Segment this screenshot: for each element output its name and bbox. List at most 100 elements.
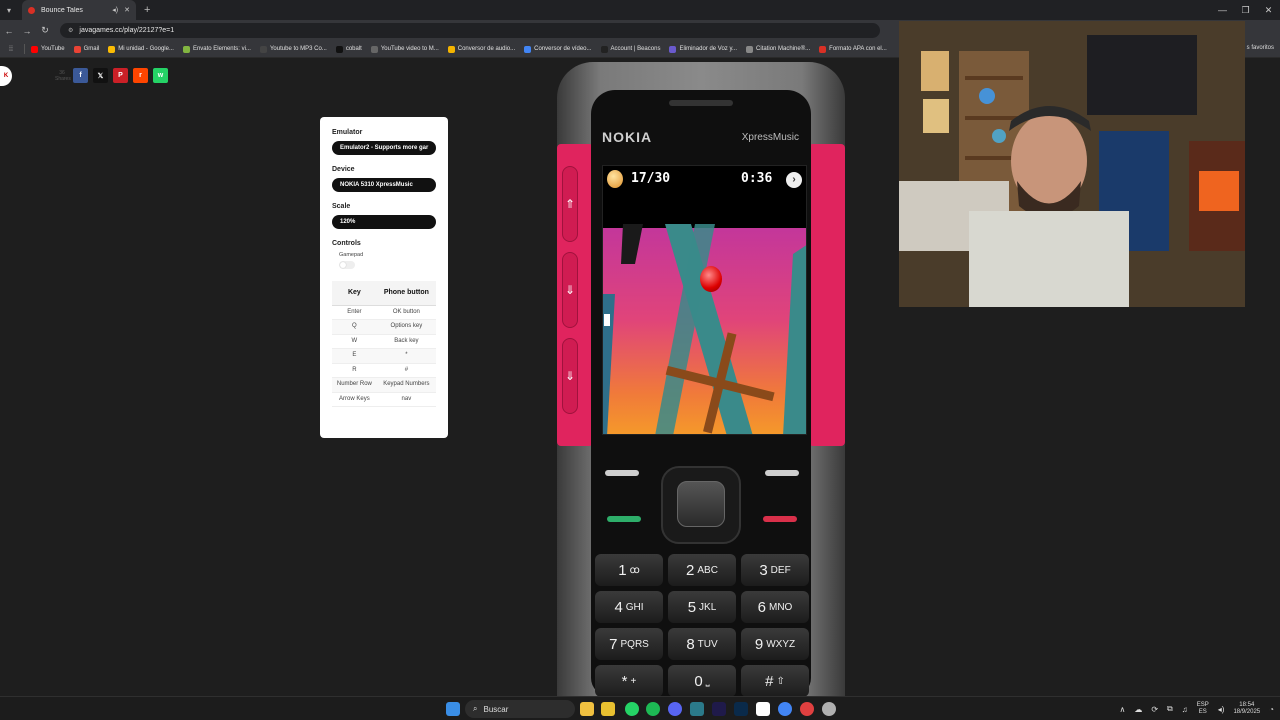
keypad-key[interactable]: # ⇧ xyxy=(741,665,809,697)
keypad-key[interactable]: 8 TUV xyxy=(668,628,736,660)
whatsapp-app-icon[interactable] xyxy=(625,702,639,716)
x-icon[interactable]: 𝕏 xyxy=(93,68,108,83)
keypad-key[interactable]: 4 GHI xyxy=(595,591,663,623)
bookmark-item[interactable]: Account | Beacons xyxy=(600,45,660,53)
key-letters: DEF xyxy=(770,564,791,576)
bookmark-item[interactable]: YouTube xyxy=(31,45,65,53)
new-tab-button[interactable]: + xyxy=(144,4,150,16)
notifications-icon[interactable]: ◔ xyxy=(1269,705,1274,714)
window-controls: — ❐ ✕ xyxy=(1211,0,1280,20)
bookmark-item[interactable]: Envato Elements: vi... xyxy=(182,45,251,53)
microphone-icon[interactable]: ♫ xyxy=(1182,705,1188,714)
photoshop-icon[interactable] xyxy=(734,702,748,716)
side-key-down[interactable]: ⇓ xyxy=(562,338,578,414)
webcam-overlay xyxy=(899,21,1245,307)
bookmark-label: Formato APA con el... xyxy=(829,46,887,52)
start-icon[interactable] xyxy=(446,702,460,716)
speaker-icon[interactable]: ◂) xyxy=(112,6,118,14)
side-key-pause[interactable]: ⇓ xyxy=(562,252,578,328)
gamepad-toggle[interactable] xyxy=(339,261,355,269)
notion-icon[interactable] xyxy=(756,702,770,716)
tab-bounce-tales[interactable]: Bounce Tales ◂) ✕ xyxy=(22,0,136,20)
emulator-select[interactable]: Emulator2 - Supports more gar xyxy=(332,141,436,155)
key-cell: Q xyxy=(332,319,377,335)
system-tray: ∧ ☁ ⟳ ⧉ ♫ ESP ES ◂) 18:54 18/9/2025 ◔ xyxy=(1119,697,1274,720)
all-bookmarks-link[interactable]: s favoritos xyxy=(1247,45,1274,51)
keypad-key[interactable]: 3 DEF xyxy=(741,554,809,586)
ok-button[interactable] xyxy=(677,481,725,527)
maximize-icon[interactable]: ❐ xyxy=(1234,0,1257,20)
site-logo[interactable]: K xyxy=(0,66,12,86)
site-info-icon[interactable]: ⚙ xyxy=(68,27,73,34)
keypad-key[interactable]: 0 ⎵ xyxy=(668,665,736,697)
scale-select[interactable]: 120% xyxy=(332,215,436,229)
reload-icon[interactable]: ↻ xyxy=(36,25,54,36)
file-explorer-icon[interactable] xyxy=(580,702,594,716)
chrome-icon[interactable] xyxy=(778,702,792,716)
address-bar[interactable]: ⚙ javagames.cc/play/22127?e=1 xyxy=(60,23,880,38)
keypad-key[interactable]: 1ꝏ xyxy=(595,554,663,586)
close-window-icon[interactable]: ✕ xyxy=(1257,0,1280,20)
keypad-key[interactable]: 9 WXYZ xyxy=(741,628,809,660)
reddit-icon[interactable]: r xyxy=(133,68,148,83)
bookmark-favicon-icon xyxy=(31,45,38,53)
bookmark-item[interactable]: Mi unidad - Google... xyxy=(108,45,174,53)
bookmark-label: Gmail xyxy=(83,46,100,52)
bookmark-label: YouTube xyxy=(41,46,65,52)
app-icon-1[interactable] xyxy=(690,702,704,716)
call-key[interactable] xyxy=(607,516,641,522)
keypad-key[interactable]: 7 PQRS xyxy=(595,628,663,660)
bookmark-favicon-icon xyxy=(669,45,677,53)
bookmark-item[interactable]: Conversor de vídeo... xyxy=(524,45,592,53)
facebook-icon[interactable]: f xyxy=(73,68,88,83)
apps-icon[interactable]: ⁞⁞ xyxy=(4,46,18,53)
screen: ▾ Bounce Tales ◂) ✕ + — ❐ ✕ ← → ↻ ⚙ java… xyxy=(0,0,1280,720)
sticky-notes-icon[interactable] xyxy=(601,702,615,716)
bookmark-item[interactable]: Youtube to MP3 Co... xyxy=(259,45,327,53)
language-indicator[interactable]: ESP ES xyxy=(1197,702,1209,716)
keypad-key[interactable]: * + xyxy=(595,665,663,697)
bookmark-item[interactable]: Citation Machine®... xyxy=(746,45,810,53)
network-icon[interactable]: ⧉ xyxy=(1167,704,1173,714)
phone-button-cell: Back key xyxy=(376,334,436,349)
side-key-up[interactable]: ⇑ xyxy=(562,166,578,242)
tab-search-icon[interactable]: ▾ xyxy=(0,0,18,20)
game-screen[interactable]: 17/30 0:36 › xyxy=(602,165,807,435)
emulator-settings-panel: Emulator Emulator2 - Supports more gar D… xyxy=(320,117,448,438)
clock[interactable]: 18:54 18/9/2025 xyxy=(1233,702,1260,716)
right-softkey[interactable] xyxy=(765,470,799,476)
premiere-icon[interactable] xyxy=(712,702,726,716)
app-icon-3[interactable] xyxy=(822,702,836,716)
end-key[interactable] xyxy=(763,516,797,522)
app-icon-2[interactable] xyxy=(800,702,814,716)
share-count: 36 Shares xyxy=(55,70,71,82)
bookmark-item[interactable]: Gmail xyxy=(73,45,100,53)
close-tab-icon[interactable]: ✕ xyxy=(124,6,130,14)
keypad-key[interactable]: 2 ABC xyxy=(668,554,736,586)
tray-expand-icon[interactable]: ∧ xyxy=(1119,705,1125,714)
pinterest-icon[interactable]: P xyxy=(113,68,128,83)
key-number: 1 xyxy=(618,561,627,579)
whatsapp-icon[interactable]: w xyxy=(153,68,168,83)
tab-favicon-icon xyxy=(28,6,35,14)
left-softkey[interactable] xyxy=(605,470,639,476)
taskbar-search[interactable]: ⌕ Buscar xyxy=(465,700,575,718)
spotify-icon[interactable] xyxy=(646,702,660,716)
key-cell: W xyxy=(332,334,377,349)
keypad-key[interactable]: 5 JKL xyxy=(668,591,736,623)
back-icon[interactable]: ← xyxy=(0,26,18,36)
cloud-icon[interactable]: ☁ xyxy=(1134,705,1142,714)
bookmark-item[interactable]: cobalt xyxy=(335,45,362,53)
minimize-icon[interactable]: — xyxy=(1211,0,1234,20)
sync-icon[interactable]: ⟳ xyxy=(1151,705,1158,714)
bookmark-item[interactable]: Conversor de audio... xyxy=(447,45,515,53)
bookmark-item[interactable]: Eliminador de Voz y... xyxy=(669,45,737,53)
device-select[interactable]: NOKIA 5310 XpressMusic xyxy=(332,178,436,192)
bookmark-item[interactable]: YouTube video to M... xyxy=(370,45,439,53)
next-arrow-icon[interactable]: › xyxy=(786,172,802,188)
volume-icon[interactable]: ◂) xyxy=(1218,705,1225,714)
keypad-key[interactable]: 6 MNO xyxy=(741,591,809,623)
forward-icon[interactable]: → xyxy=(18,26,36,36)
bookmark-item[interactable]: Formato APA con el... xyxy=(819,45,887,53)
discord-icon[interactable] xyxy=(668,702,682,716)
